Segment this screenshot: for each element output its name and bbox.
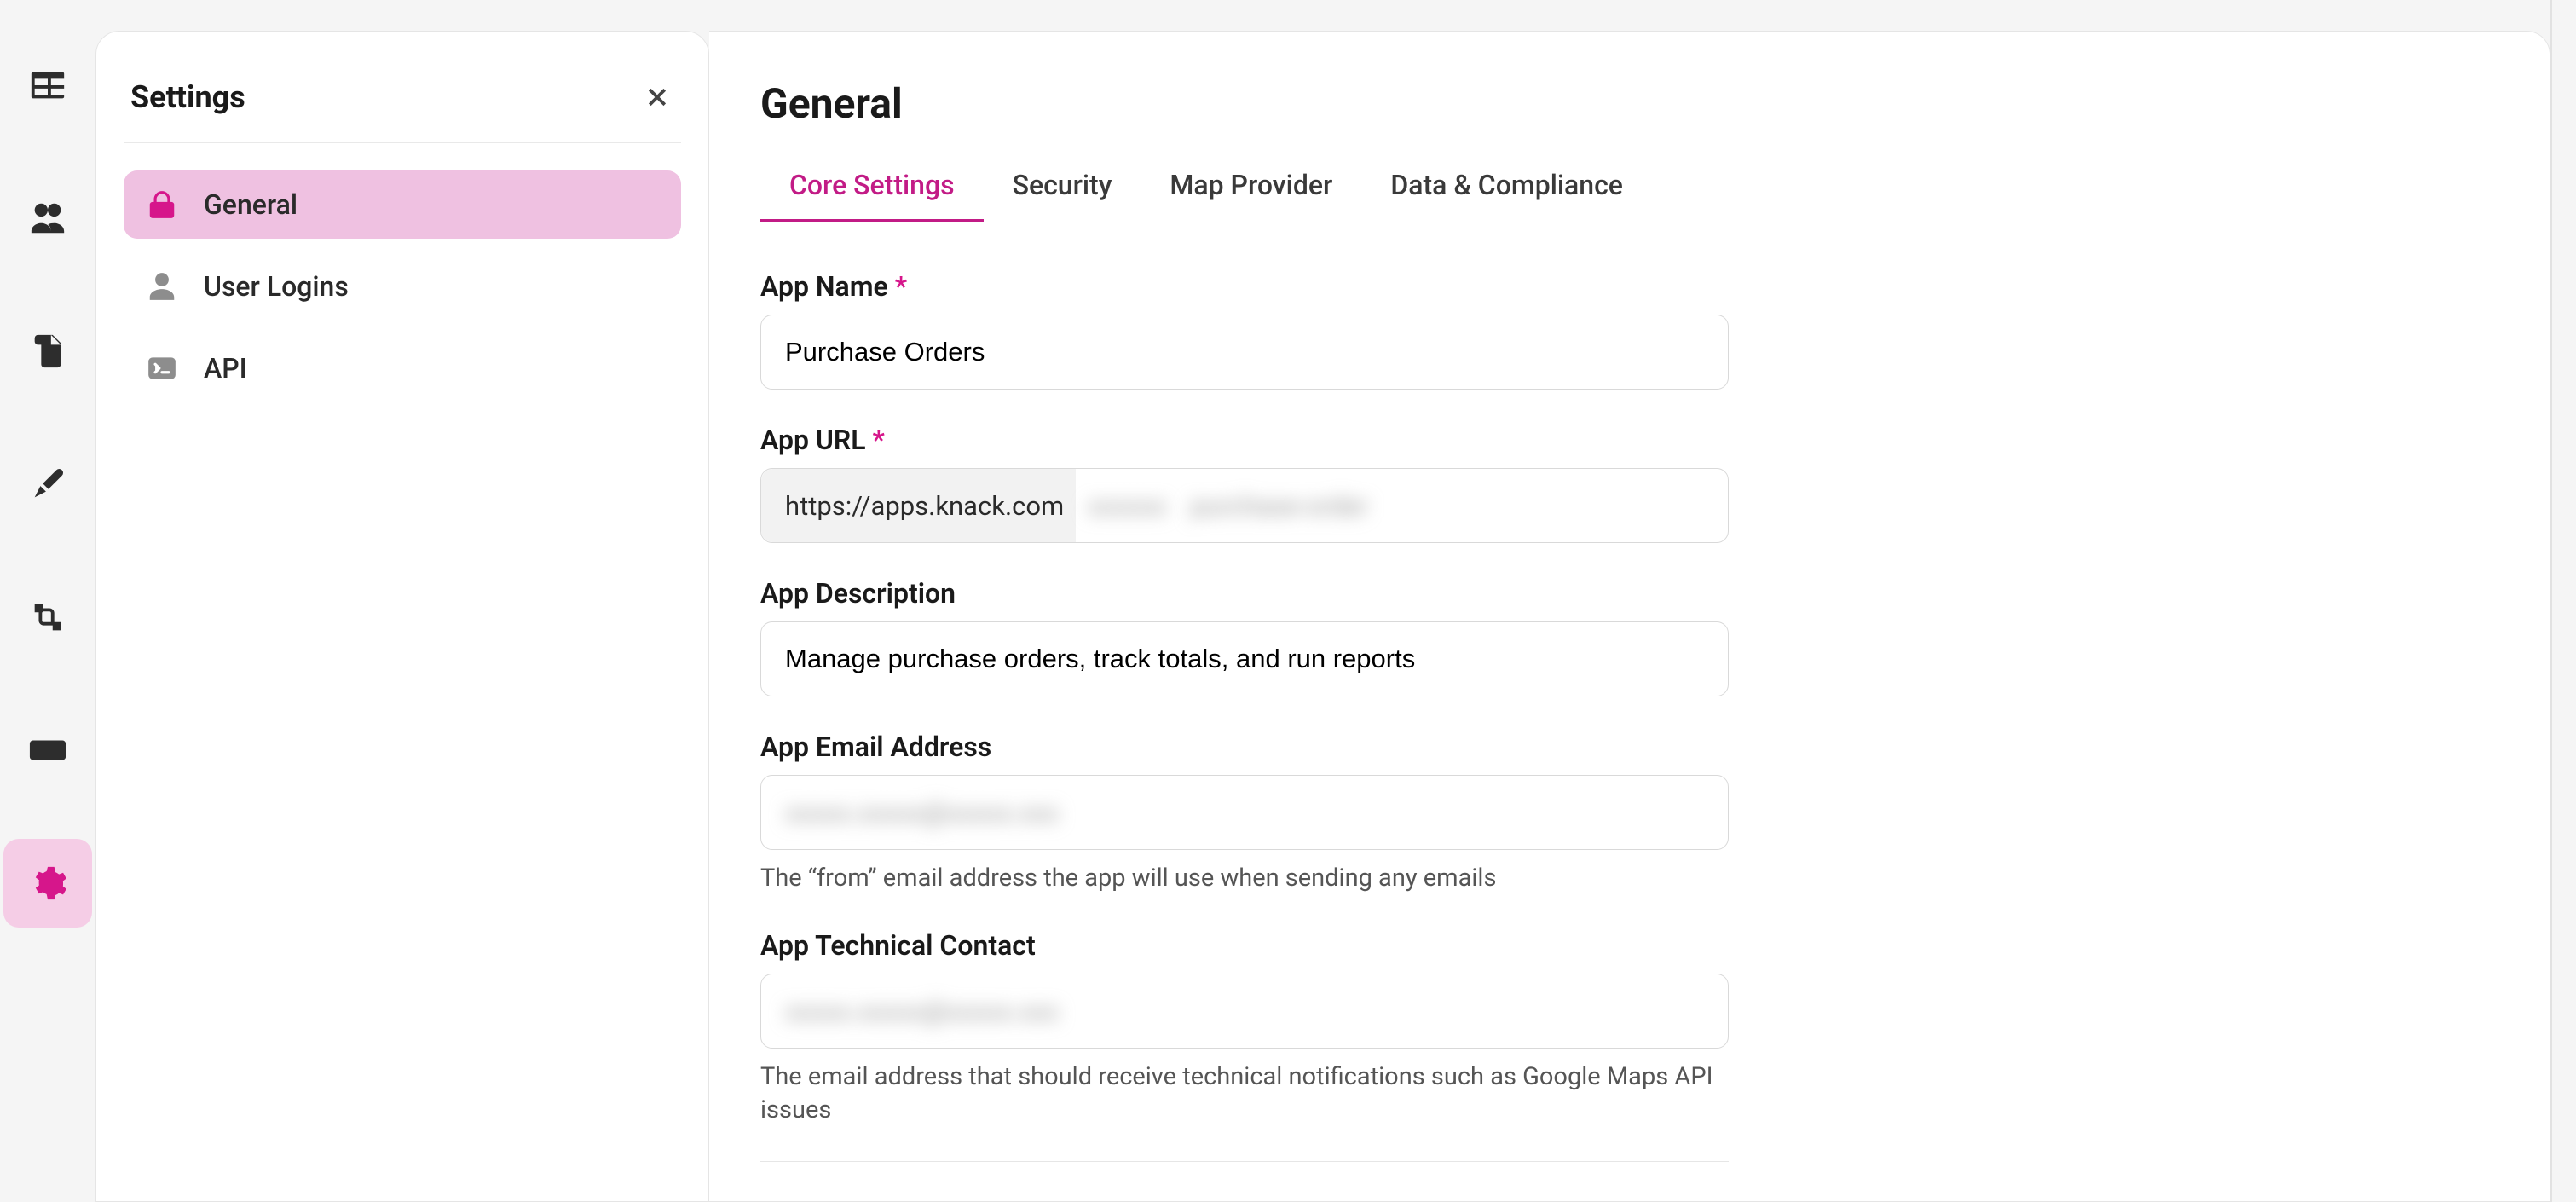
app-tech-input-wrapper: xxxxx.xxxxx@xxxxx.xxx	[760, 974, 1729, 1049]
app-url-label: App URL *	[760, 424, 1729, 456]
app-description-input-wrapper	[760, 621, 1729, 696]
settings-panel-title: Settings	[130, 79, 245, 115]
rail-billing-button[interactable]	[3, 706, 92, 795]
table-icon	[28, 66, 67, 105]
right-gutter	[2550, 0, 2576, 1202]
users-icon	[28, 199, 67, 238]
app-email-label: App Email Address	[760, 731, 1729, 763]
settings-nav: General User Logins API	[124, 143, 681, 402]
app-tech-help: The email address that should receive te…	[760, 1060, 1715, 1127]
settings-panel: Settings General User Logins API	[95, 31, 709, 1202]
app-description-input[interactable]	[785, 644, 1704, 674]
required-mark: *	[873, 424, 885, 456]
settings-nav-label: User Logins	[204, 270, 349, 303]
workflow-icon	[28, 598, 67, 637]
app-email-help: The “from” email address the app will us…	[760, 862, 1715, 895]
lock-icon	[146, 188, 178, 221]
app-email-input-wrapper: xxxxx.xxxxx@xxxxx.xxx	[760, 775, 1729, 850]
pages-icon	[28, 332, 67, 371]
app-name-input-wrapper	[760, 315, 1729, 390]
app-email-blurred: xxxxx.xxxxx@xxxxx.xxx	[785, 797, 1059, 829]
page-heading: General	[760, 79, 2498, 128]
tab-map-provider[interactable]: Map Provider	[1141, 169, 1361, 222]
settings-form: App Name * App URL * https://apps.knack.…	[760, 222, 1729, 1162]
app-tech-blurred: xxxxx.xxxxx@xxxxx.xxx	[785, 996, 1059, 1027]
rail-workflow-button[interactable]	[3, 573, 92, 662]
close-button[interactable]	[640, 80, 674, 114]
section-divider	[760, 1161, 1729, 1162]
field-app-email: App Email Address xxxxx.xxxxx@xxxxx.xxx …	[760, 731, 1729, 895]
tab-security[interactable]: Security	[984, 169, 1141, 222]
app-name-input[interactable]	[785, 337, 1704, 367]
settings-nav-general[interactable]: General	[124, 170, 681, 239]
user-icon	[146, 270, 178, 303]
field-app-url: App URL * https://apps.knack.com xxxxxx …	[760, 424, 1729, 543]
required-mark: *	[895, 270, 907, 303]
gear-icon	[28, 864, 67, 903]
terminal-icon	[146, 352, 178, 384]
rail-users-button[interactable]	[3, 174, 92, 263]
field-app-description: App Description	[760, 577, 1729, 696]
rail-tables-button[interactable]	[3, 41, 92, 130]
icon-rail	[0, 0, 95, 1202]
app-url-segment-blurred: xxxxxx	[1076, 490, 1178, 522]
settings-panel-header: Settings	[124, 79, 681, 143]
tab-data-compliance[interactable]: Data & Compliance	[1361, 169, 1652, 222]
rail-pages-button[interactable]	[3, 307, 92, 396]
app-name-label: App Name *	[760, 270, 1729, 303]
field-app-tech-contact: App Technical Contact xxxxx.xxxxx@xxxxx.…	[760, 929, 1729, 1127]
settings-nav-user-logins[interactable]: User Logins	[124, 252, 681, 321]
settings-nav-label: General	[204, 188, 297, 221]
rail-settings-button[interactable]	[3, 839, 92, 928]
app-description-label: App Description	[760, 577, 1729, 610]
card-icon	[28, 731, 67, 770]
app-tech-label: App Technical Contact	[760, 929, 1729, 962]
brush-icon	[28, 465, 67, 504]
app-url-input-wrapper: https://apps.knack.com xxxxxx purchase-o…	[760, 468, 1729, 543]
tab-core-settings[interactable]: Core Settings	[760, 169, 984, 222]
settings-nav-api[interactable]: API	[124, 334, 681, 402]
close-icon	[644, 84, 670, 110]
app-url-slug-blurred: purchase-order	[1179, 490, 1380, 522]
field-app-name: App Name *	[760, 270, 1729, 390]
main-content: General Core Settings Security Map Provi…	[709, 31, 2550, 1202]
settings-nav-label: API	[204, 352, 247, 384]
tab-bar: Core Settings Security Map Provider Data…	[760, 169, 1681, 222]
app-url-prefix: https://apps.knack.com	[761, 469, 1076, 542]
rail-design-button[interactable]	[3, 440, 92, 529]
